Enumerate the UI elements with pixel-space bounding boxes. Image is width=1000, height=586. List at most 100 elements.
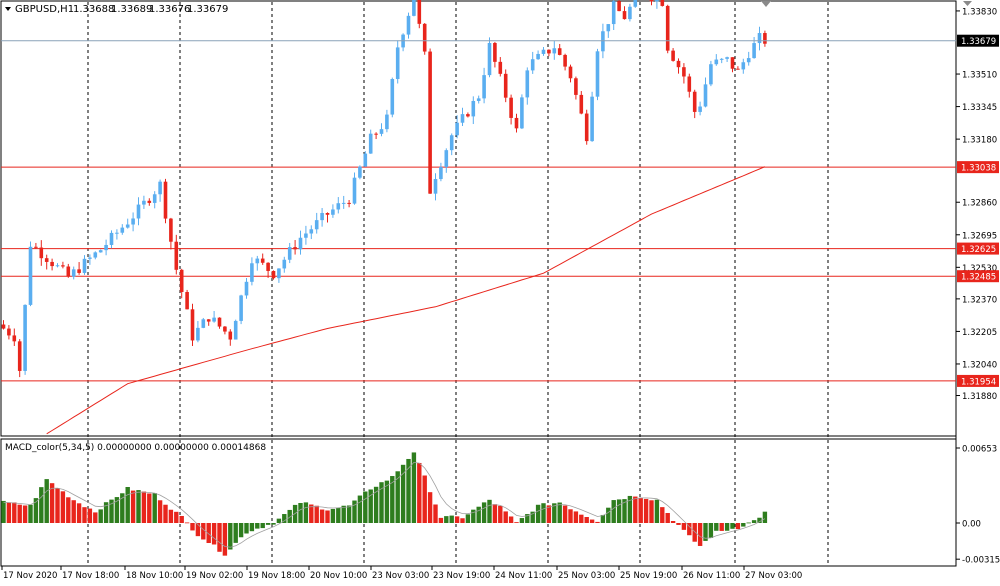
macd-axis-ticks: 0.00653 0.00 -0.00315 (956, 445, 1000, 566)
candle-up (482, 75, 486, 99)
candle-up (449, 135, 454, 151)
macd-bar-rising (762, 511, 768, 523)
macd-bar-falling (319, 509, 325, 523)
candle-up (287, 247, 292, 260)
candle-up (115, 232, 119, 234)
chart-corner-marker-icon[interactable] (963, 1, 972, 6)
macd-bar-falling (438, 517, 444, 523)
trading-chart[interactable]: 1.33830 1.33510 1.33345 1.33180 1.32860 1.326… (0, 0, 1000, 586)
candle-up (23, 304, 27, 371)
candle-down (687, 76, 692, 92)
macd-bar-rising (1, 500, 6, 523)
candle-down (147, 200, 152, 203)
macd-bar-rising (481, 502, 487, 523)
macd-bar-falling (676, 523, 681, 525)
candle-up (109, 232, 114, 245)
macd-bar-falling (454, 516, 460, 523)
candle-up (55, 265, 60, 267)
macd-bar-falling (492, 504, 498, 523)
time-label: 23 Nov 19:00 (433, 571, 490, 581)
macd-bar-falling (589, 519, 595, 523)
candle-up (28, 246, 33, 305)
candle-down (185, 292, 189, 310)
candle-up (611, 1, 616, 25)
ohlc-low: 1.33676 (149, 4, 190, 15)
candle-up (320, 213, 324, 221)
macd-bar-falling (87, 508, 93, 523)
candle-down (174, 241, 179, 270)
macd-bar-falling (179, 515, 184, 523)
candle-down (584, 113, 589, 142)
candle-up (352, 177, 357, 204)
macd-bar-rising (346, 505, 352, 523)
candle-up (244, 281, 249, 296)
candle-up (525, 70, 530, 98)
macd-tick-label: 0.00 (962, 520, 981, 530)
candle-up (709, 64, 713, 85)
symbol-header[interactable]: GBPUSD,H1 1.33688 1.33689 1.33676 1.3367… (5, 4, 228, 15)
candle-down (649, 0, 654, 2)
macd-bar-falling (130, 490, 136, 523)
candle-up (98, 250, 103, 253)
candle-down (7, 328, 11, 336)
price-tick-label: 1.32370 (962, 295, 997, 305)
ohlc-high: 1.33689 (111, 4, 152, 15)
macd-bar-rising (341, 505, 346, 523)
ohlc-close: 1.33679 (187, 4, 228, 15)
macd-bar-rising (449, 515, 454, 523)
macd-bar-falling (217, 523, 222, 552)
macd-bar-falling (427, 492, 433, 523)
macd-bar-falling (433, 504, 438, 523)
macd-bar-rising (741, 523, 746, 527)
macd-bar-rising (611, 500, 616, 523)
macd-tick-label: 0.00653 (962, 445, 997, 455)
candle-up (752, 43, 756, 59)
macd-bar-rising (136, 490, 141, 523)
macd-bar-rising (260, 523, 265, 529)
candle-up (120, 227, 125, 233)
macd-bar-rising (336, 507, 341, 523)
candle-down (39, 247, 44, 259)
candle-up (239, 295, 243, 321)
macd-bar-rising (724, 523, 730, 531)
candle-down (730, 57, 735, 69)
candle-up (368, 133, 373, 154)
time-label: 23 Nov 03:00 (372, 571, 429, 581)
candle-up (136, 204, 141, 219)
macd-bar-falling (595, 521, 600, 523)
macd-bar-rising (28, 504, 33, 523)
macd-bar-rising (395, 471, 400, 523)
candle-up (379, 129, 384, 134)
candle-up (152, 194, 157, 203)
candle-up (552, 48, 557, 54)
candle-up (412, 0, 416, 16)
candle-up (71, 269, 76, 277)
time-label: 27 Nov 03:00 (745, 571, 802, 581)
candle-up (314, 220, 319, 230)
macd-bar-rising (357, 495, 363, 523)
candle-down (514, 117, 519, 129)
candle-up (455, 122, 459, 136)
macd-tick-label: -0.00315 (962, 556, 1000, 566)
macd-bar-falling (184, 522, 190, 524)
candle-down (692, 91, 697, 112)
time-label: 18 Nov 10:00 (126, 571, 183, 581)
candle-down (61, 265, 65, 267)
macd-bar-falling (163, 504, 168, 523)
macd-bar-rising (330, 508, 336, 523)
time-label: 17 Nov 18:00 (62, 571, 119, 581)
macd-bar-rising (411, 452, 417, 523)
candle-up (757, 33, 762, 44)
candle-down (498, 61, 503, 74)
macd-indicator-title: MACD_color(5,34,5) 0.00000000 0.00000000… (5, 443, 266, 453)
candle-down (223, 326, 227, 332)
macd-bar-falling (633, 496, 638, 523)
candle-down (671, 50, 675, 61)
candle-up (358, 166, 362, 178)
macd-bar-falling (71, 500, 76, 523)
candle-up (714, 59, 719, 65)
candle-up (439, 167, 443, 180)
candle-up (746, 58, 751, 63)
level-price-label: 1.33038 (961, 164, 996, 174)
macd-bar-rising (654, 499, 660, 523)
